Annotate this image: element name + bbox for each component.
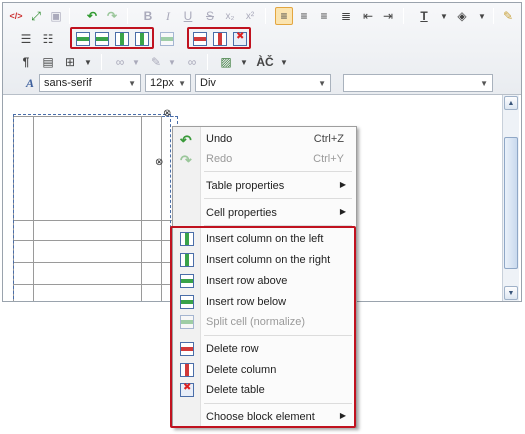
chevron-down-icon: ▼ xyxy=(318,79,326,88)
insert-table-icon[interactable]: ⊞ xyxy=(61,53,79,71)
toolbar-separator xyxy=(127,8,128,24)
submenu-arrow-icon: ▶ xyxy=(339,180,346,189)
source-code-button[interactable]: </> xyxy=(7,7,25,25)
superscript-button[interactable]: x² xyxy=(241,7,259,25)
menu-item-label: Redo xyxy=(206,153,233,165)
delete-row-icon xyxy=(193,32,207,46)
toolbar-separator xyxy=(265,8,266,24)
fullscreen-button[interactable]: ⤢ xyxy=(27,7,45,25)
background-color-icon[interactable]: ◈ xyxy=(453,7,471,25)
chevron-down-icon[interactable]: ▼ xyxy=(275,53,293,71)
menu-item-undo[interactable]: ↶ Undo Ctrl+Z xyxy=(173,129,356,149)
menu-item-shortcut: Ctrl+Z xyxy=(313,133,344,145)
underline-button[interactable]: U xyxy=(179,7,197,25)
delete-column-button[interactable] xyxy=(211,30,229,48)
scroll-up-icon[interactable]: ▲ xyxy=(504,96,518,110)
redo-button[interactable]: ↷ xyxy=(103,7,121,25)
split-cell-button[interactable] xyxy=(158,30,176,48)
delete-row-button[interactable] xyxy=(191,30,209,48)
editor-toolbar: </> ⤢ ▣ ↶ ↷ B I U S x₂ x² ≡ ≡ ≡ ≣ ⇤ ⇥ T … xyxy=(3,3,521,95)
chevron-down-icon[interactable]: ▼ xyxy=(235,53,253,71)
toolbar-separator xyxy=(403,8,404,24)
insert-column-right-button[interactable] xyxy=(133,30,151,48)
table-menu-items-highlight xyxy=(170,226,356,428)
menu-separator xyxy=(204,171,352,172)
submenu-arrow-icon: ▶ xyxy=(339,207,346,216)
scroll-down-icon[interactable]: ▼ xyxy=(504,286,518,300)
chevron-down-icon[interactable]: ▼ xyxy=(163,53,181,71)
font-family-value: sans-serif xyxy=(44,77,92,89)
indent-button[interactable]: ⇥ xyxy=(379,7,397,25)
toolbar-row-1: </> ⤢ ▣ ↶ ↷ B I U S x₂ x² ≡ ≡ ≡ ≣ ⇤ ⇥ T … xyxy=(3,5,521,27)
delete-column-icon xyxy=(213,32,227,46)
horizontal-rule-icon[interactable]: ▤ xyxy=(39,53,57,71)
unlink-icon[interactable]: ∞ xyxy=(183,53,201,71)
align-justify-button[interactable]: ≣ xyxy=(337,7,355,25)
spellcheck-button[interactable]: ÀČ xyxy=(253,53,277,71)
subscript-button[interactable]: x₂ xyxy=(221,7,239,25)
style-select[interactable]: ▼ xyxy=(343,74,493,92)
menu-item-redo[interactable]: ↷ Redo Ctrl+Y xyxy=(173,149,356,169)
vertical-scrollbar[interactable]: ▲ ▼ xyxy=(502,95,519,301)
insert-column-right-icon xyxy=(135,32,149,46)
insert-column-left-icon xyxy=(115,32,129,46)
insert-row-below-button[interactable] xyxy=(93,30,111,48)
redo-icon: ↷ xyxy=(180,152,192,168)
block-format-select[interactable]: Div ▼ xyxy=(195,74,331,92)
delete-table-button[interactable] xyxy=(231,30,249,48)
undo-button[interactable]: ↶ xyxy=(83,7,101,25)
bold-button[interactable]: B xyxy=(139,7,157,25)
italic-button[interactable]: I xyxy=(159,7,177,25)
insert-row-above-button[interactable] xyxy=(74,30,92,48)
chevron-down-icon: ▼ xyxy=(178,79,186,88)
save-icon[interactable]: ▣ xyxy=(47,7,65,25)
chevron-down-icon: ▼ xyxy=(128,79,136,88)
align-center-button[interactable]: ≡ xyxy=(295,7,313,25)
toolbar-row-4: A sans-serif ▼ 12px ▼ Div ▼ ▼ xyxy=(3,72,521,94)
resize-handle-icon[interactable]: ⊗ xyxy=(155,158,163,168)
font-icon: A xyxy=(25,75,34,90)
numbered-list-button[interactable]: ☷ xyxy=(39,30,57,48)
resize-handle-icon[interactable]: ⊗ xyxy=(163,109,171,119)
menu-item-label: Table properties xyxy=(206,180,285,192)
menu-item-table-properties[interactable]: Table properties ▶ xyxy=(173,176,356,196)
toolbar-separator xyxy=(207,54,208,70)
menu-item-label: Cell properties xyxy=(206,207,277,219)
toolbar-row-2: ☰ ☷ xyxy=(3,27,521,50)
text-color-icon[interactable]: T xyxy=(415,7,433,25)
scroll-thumb[interactable] xyxy=(504,137,518,269)
chevron-down-icon[interactable]: ▼ xyxy=(79,53,97,71)
paragraph-mark-icon[interactable]: ¶ xyxy=(17,53,35,71)
chevron-down-icon[interactable]: ▼ xyxy=(473,7,491,25)
chevron-down-icon: ▼ xyxy=(480,79,488,88)
font-size-select[interactable]: 12px ▼ xyxy=(145,74,191,92)
undo-icon: ↶ xyxy=(180,132,192,148)
bullet-list-button[interactable]: ☰ xyxy=(17,30,35,48)
chevron-down-icon[interactable]: ▼ xyxy=(127,53,145,71)
split-cell-icon xyxy=(160,32,174,46)
insert-row-below-icon xyxy=(95,32,109,46)
toolbar-separator xyxy=(493,8,494,24)
strikethrough-button[interactable]: S xyxy=(201,7,219,25)
font-family-select[interactable]: sans-serif ▼ xyxy=(39,74,141,92)
menu-item-label: Undo xyxy=(206,133,233,145)
menu-item-cell-properties[interactable]: Cell properties ▶ xyxy=(173,203,356,223)
toolbar-row-3: ¶ ▤ ⊞ ▼ ∞ ▼ ✎ ▼ ∞ ▨ ▼ ÀČ ▼ xyxy=(3,51,521,73)
insert-row-above-icon xyxy=(76,32,90,46)
outdent-button[interactable]: ⇤ xyxy=(359,7,377,25)
toolbar-separator xyxy=(101,54,102,70)
align-right-button[interactable]: ≡ xyxy=(315,7,333,25)
insert-column-left-button[interactable] xyxy=(113,30,131,48)
delete-table-icon xyxy=(233,31,247,46)
clear-format-icon[interactable]: ✎ xyxy=(499,7,517,25)
insert-image-icon[interactable]: ▨ xyxy=(217,53,235,71)
block-format-value: Div xyxy=(200,77,216,89)
table-selection-outline xyxy=(13,114,171,301)
font-size-value: 12px xyxy=(150,77,174,89)
menu-item-shortcut: Ctrl+Y xyxy=(313,153,344,165)
chevron-down-icon[interactable]: ▼ xyxy=(435,7,453,25)
menu-separator xyxy=(204,198,352,199)
align-left-button[interactable]: ≡ xyxy=(275,7,293,25)
toolbar-separator xyxy=(69,8,70,24)
